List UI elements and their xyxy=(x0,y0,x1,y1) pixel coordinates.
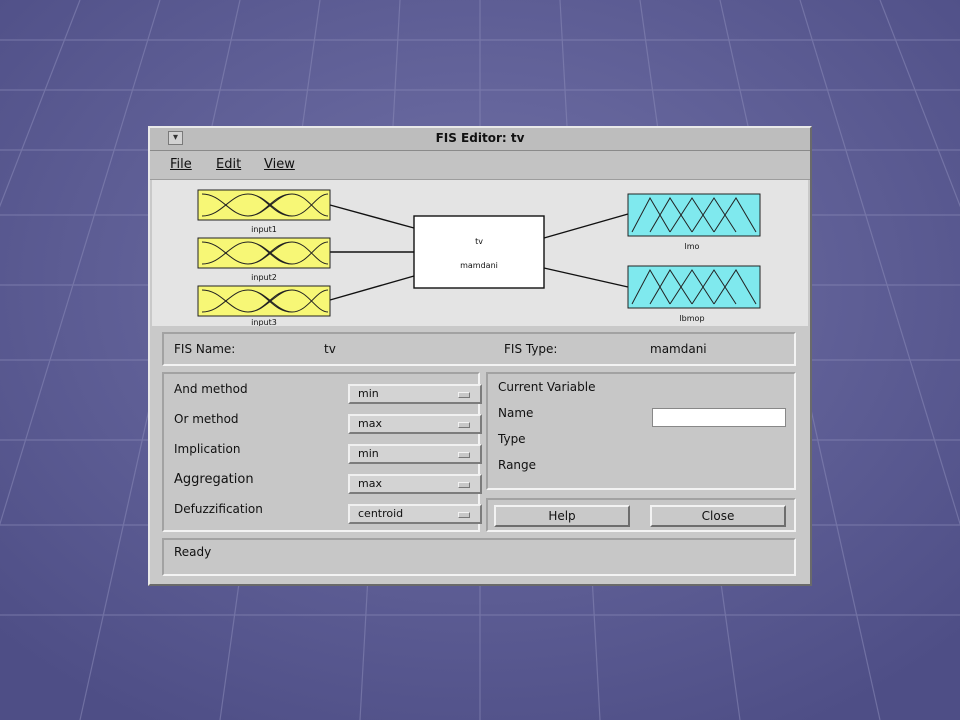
aggregation-dropdown[interactable]: max xyxy=(348,474,482,494)
variable-type-label: Type xyxy=(498,432,526,446)
menu-view-label: View xyxy=(264,157,295,172)
or-method-dropdown[interactable]: max xyxy=(348,414,482,434)
and-method-value: min xyxy=(358,387,379,400)
fis-editor-window: ▾ FIS Editor: tv File Edit View input1 i… xyxy=(148,126,812,586)
input-variable-1[interactable]: input1 xyxy=(197,189,331,234)
dropdown-indicator-icon xyxy=(458,392,470,398)
title-bar[interactable]: ▾ FIS Editor: tv xyxy=(150,128,810,151)
status-bar: Ready xyxy=(162,538,796,576)
defuzzification-label: Defuzzification xyxy=(174,502,263,516)
menu-bar: File Edit View xyxy=(150,151,810,180)
menu-edit[interactable]: Edit xyxy=(216,157,241,172)
output-variable-1[interactable]: lmo xyxy=(627,193,761,251)
close-button[interactable]: Close xyxy=(650,505,786,527)
input-label-3: input3 xyxy=(251,318,277,326)
fis-name-label: FIS Name: xyxy=(174,342,236,356)
input-label-1: input1 xyxy=(251,225,277,234)
or-method-value: max xyxy=(358,417,382,430)
defuzzification-value: centroid xyxy=(358,507,404,520)
buttons-panel: Help Close xyxy=(486,498,796,532)
system-name-label: tv xyxy=(475,237,483,246)
variable-name-input[interactable] xyxy=(652,408,786,427)
fis-name-value: tv xyxy=(324,342,336,356)
menu-file-label: File xyxy=(170,157,192,172)
dropdown-indicator-icon xyxy=(458,452,470,458)
input-label-2: input2 xyxy=(251,273,277,282)
dropdown-indicator-icon xyxy=(458,512,470,518)
implication-value: min xyxy=(358,447,379,460)
input-variable-2[interactable]: input2 xyxy=(197,237,331,282)
implication-dropdown[interactable]: min xyxy=(348,444,482,464)
aggregation-value: max xyxy=(358,477,382,490)
aggregation-label: Aggregation xyxy=(174,472,254,487)
fis-type-value: mamdani xyxy=(650,342,707,356)
output-variable-2[interactable]: lbmop xyxy=(627,265,761,323)
or-method-label: Or method xyxy=(174,412,239,426)
variable-name-label: Name xyxy=(498,406,534,420)
defuzzification-dropdown[interactable]: centroid xyxy=(348,504,482,524)
fis-system-block[interactable]: tv mamdani xyxy=(413,215,545,289)
dropdown-indicator-icon xyxy=(458,422,470,428)
implication-label: Implication xyxy=(174,442,241,456)
fis-info-panel: FIS Name: tv FIS Type: mamdani xyxy=(162,332,796,366)
current-variable-panel: Current Variable Name Type Range xyxy=(486,372,796,490)
window-title: FIS Editor: tv xyxy=(435,131,525,145)
menu-view[interactable]: View xyxy=(264,157,295,172)
and-method-label: And method xyxy=(174,382,248,396)
menu-edit-label: Edit xyxy=(216,157,242,172)
fis-diagram: input1 input2 input3 tv mamdani lmo lbmo… xyxy=(152,180,808,326)
methods-panel: And method min Or method max Implication… xyxy=(162,372,482,532)
output-label-1: lmo xyxy=(685,242,700,251)
current-variable-title: Current Variable xyxy=(498,380,596,394)
variable-range-label: Range xyxy=(498,458,537,472)
menu-file[interactable]: File xyxy=(170,157,192,172)
help-button[interactable]: Help xyxy=(494,505,630,527)
input-variable-3[interactable]: input3 xyxy=(197,285,331,326)
system-type-label: mamdani xyxy=(460,261,498,270)
output-label-2: lbmop xyxy=(679,314,704,323)
status-text: Ready xyxy=(174,545,212,559)
dropdown-indicator-icon xyxy=(458,482,470,488)
and-method-dropdown[interactable]: min xyxy=(348,384,482,404)
fis-type-label: FIS Type: xyxy=(504,342,558,356)
